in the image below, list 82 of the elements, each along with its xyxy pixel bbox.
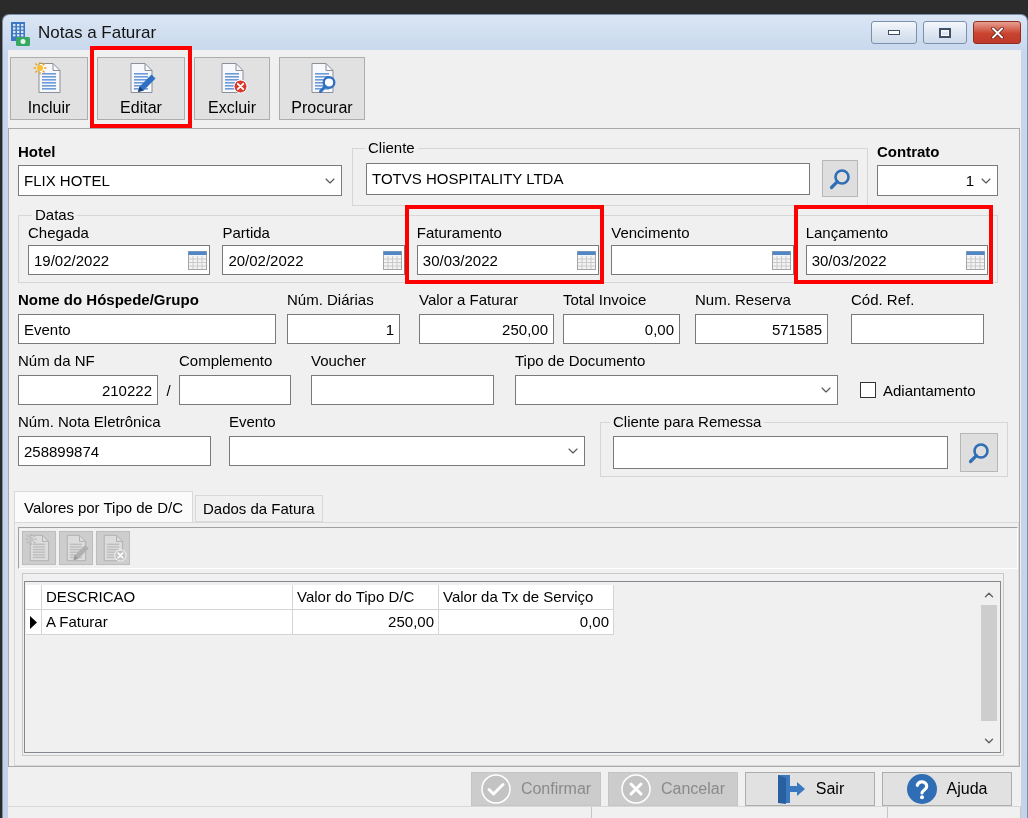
text-field[interactable] bbox=[179, 375, 291, 405]
close-icon bbox=[990, 26, 1004, 39]
field-label: Vencimento bbox=[611, 224, 690, 242]
field-label: Chegada bbox=[28, 224, 89, 242]
text-field[interactable]: 0,00 bbox=[563, 314, 680, 344]
group-label: Cliente para Remessa bbox=[612, 413, 763, 431]
action-button[interactable]: Ajuda bbox=[882, 772, 1012, 806]
date-field[interactable]: 20/02/2022 bbox=[222, 245, 405, 275]
date-field[interactable] bbox=[611, 245, 794, 275]
table-cell: 0,00 bbox=[439, 610, 614, 635]
close-button[interactable] bbox=[973, 21, 1021, 44]
calendar-icon bbox=[771, 250, 791, 270]
calendar-icon bbox=[966, 250, 986, 270]
field-label: Total Invoice bbox=[563, 291, 647, 309]
text-field[interactable]: 258899874 bbox=[18, 436, 211, 466]
column-header[interactable]: Valor da Tx de Serviço bbox=[439, 585, 614, 610]
calendar-icon bbox=[577, 250, 597, 270]
text-field[interactable]: TOTVS HOSPITALITY LTDA bbox=[366, 162, 810, 195]
field-label: Lançamento bbox=[805, 224, 889, 242]
field-label: Contrato bbox=[877, 143, 940, 161]
text-field[interactable]: 571585 bbox=[695, 314, 828, 344]
date-field[interactable]: 19/02/2022 bbox=[28, 245, 211, 275]
maximize-icon bbox=[939, 27, 951, 38]
field-label: Núm da NF bbox=[18, 352, 95, 370]
field-label: Partida bbox=[222, 224, 270, 242]
field-label: Evento bbox=[229, 413, 276, 431]
search-button[interactable] bbox=[960, 433, 998, 472]
field-label: Voucher bbox=[311, 352, 367, 370]
search-button[interactable] bbox=[822, 160, 858, 197]
dropdown[interactable] bbox=[229, 436, 585, 466]
check-circle-icon bbox=[480, 774, 511, 804]
calendar-icon bbox=[188, 250, 208, 270]
field-label: Núm. Diárias bbox=[287, 291, 374, 309]
field-label: Núm. Nota Eletrônica bbox=[18, 413, 161, 431]
separator-text: / bbox=[166, 381, 171, 399]
field-label: Nome do Hóspede/Grupo bbox=[18, 291, 199, 309]
text-field[interactable]: Evento bbox=[18, 314, 276, 344]
field-label: Complemento bbox=[179, 352, 273, 370]
help-icon bbox=[906, 774, 937, 804]
toolbar-button[interactable]: Editar bbox=[97, 57, 185, 120]
text-field[interactable] bbox=[851, 314, 984, 344]
text-field[interactable] bbox=[311, 375, 494, 405]
checkbox[interactable] bbox=[860, 382, 876, 398]
field-label: Num. Reserva bbox=[695, 291, 791, 309]
text-field[interactable] bbox=[613, 436, 948, 469]
field-label: Hotel bbox=[18, 143, 56, 161]
table-cell: 250,00 bbox=[293, 610, 439, 635]
scrollbar-thumb[interactable] bbox=[981, 605, 997, 721]
action-button[interactable]: Sair bbox=[745, 772, 875, 806]
x-circle-icon bbox=[621, 774, 651, 804]
field-label: Tipo de Documento bbox=[515, 352, 646, 370]
table-cell: A Faturar bbox=[42, 610, 293, 635]
field-label: Valor a Faturar bbox=[419, 291, 518, 309]
group-label: Cliente bbox=[367, 139, 416, 157]
search-icon bbox=[968, 441, 990, 464]
date-field[interactable]: 30/03/2022 bbox=[805, 245, 989, 275]
maximize-button[interactable] bbox=[923, 21, 967, 44]
toolbar-button[interactable]: Procurar bbox=[279, 57, 365, 120]
column-header[interactable]: DESCRICAO bbox=[42, 585, 293, 610]
dropdown[interactable]: 1 bbox=[877, 165, 998, 196]
dropdown[interactable] bbox=[515, 375, 838, 405]
dropdown[interactable]: FLIX HOTEL bbox=[18, 165, 342, 196]
minimize-button[interactable] bbox=[871, 21, 917, 44]
tab[interactable]: Valores por Tipo de D/C bbox=[14, 491, 193, 522]
checkbox-label[interactable]: Adiantamento bbox=[883, 381, 976, 399]
building-icon bbox=[10, 21, 31, 47]
text-field[interactable]: 210222 bbox=[18, 375, 158, 405]
minimize-icon bbox=[888, 30, 900, 35]
toolbar-button[interactable]: Incluir bbox=[10, 57, 88, 120]
field-label: Cód. Ref. bbox=[851, 291, 915, 309]
search-icon bbox=[829, 167, 851, 190]
field-label: Faturamento bbox=[416, 224, 502, 242]
tab[interactable]: Dados da Fatura bbox=[194, 495, 323, 522]
column-header[interactable]: Valor do Tipo D/C bbox=[293, 585, 439, 610]
text-field[interactable]: 250,00 bbox=[419, 314, 554, 344]
exit-door-icon bbox=[775, 774, 806, 804]
group-label: Datas bbox=[34, 206, 76, 224]
window-title: Notas a Faturar bbox=[38, 22, 157, 44]
toolbar-button[interactable]: Excluir bbox=[194, 57, 270, 120]
calendar-icon bbox=[382, 250, 402, 270]
date-field[interactable]: 30/03/2022 bbox=[416, 245, 600, 275]
text-field[interactable]: 1 bbox=[287, 314, 400, 344]
